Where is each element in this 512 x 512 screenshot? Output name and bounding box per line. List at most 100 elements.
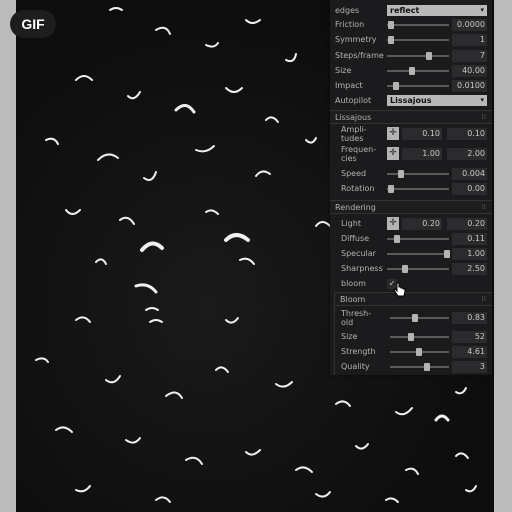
speed-row: Speed 0.004 [330, 167, 492, 181]
bloom-size-label: Size [341, 332, 358, 341]
quality-label: Quality [341, 362, 370, 371]
symmetry-label: Symmetry [335, 35, 377, 44]
impact-row: Impact 0.0100 [330, 79, 492, 93]
diffuse-slider-handle[interactable] [394, 235, 400, 243]
amplitudes-label: Ampli-tudes [341, 125, 367, 143]
sharpness-slider[interactable] [387, 268, 449, 270]
diffuse-value[interactable]: 0.11 [452, 233, 487, 245]
size-label: Size [335, 66, 352, 75]
autopilot-value: Lissajous [390, 96, 432, 105]
steps-label: Steps/frame [335, 51, 384, 60]
collapse-icon: ⁞⁞ [481, 295, 486, 303]
steps-slider[interactable] [387, 55, 449, 57]
speed-slider[interactable] [387, 173, 449, 175]
threshold-slider[interactable] [390, 317, 449, 319]
quality-slider[interactable] [390, 366, 449, 368]
rotation-slider[interactable] [387, 188, 449, 190]
diffuse-label: Diffuse [341, 234, 370, 243]
symmetry-row: Symmetry 1 [330, 33, 492, 47]
frequencies-x-value[interactable]: 1.00 [402, 148, 442, 160]
specular-slider[interactable] [387, 253, 449, 255]
light-y-value[interactable]: 0.20 [447, 218, 487, 230]
edges-value: reflect [390, 6, 420, 15]
quality-row: Quality 3 [330, 360, 492, 374]
collapse-icon: ⁞⁞ [481, 203, 486, 211]
speed-value[interactable]: 0.004 [452, 168, 487, 180]
symmetry-slider[interactable] [387, 39, 449, 41]
lissajous-folder-header[interactable]: Lissajous ⁞⁞ [330, 110, 492, 124]
rotation-row: Rotation 0.00 [330, 182, 492, 196]
impact-value[interactable]: 0.0100 [452, 80, 487, 92]
bloom-size-slider[interactable] [390, 336, 449, 338]
specular-value[interactable]: 1.00 [452, 248, 487, 260]
steps-slider-handle[interactable] [426, 52, 432, 60]
gif-badge: GIF [10, 10, 56, 38]
left-margin [0, 0, 16, 512]
strength-label: Strength [341, 347, 376, 356]
size-row: Size 40.00 [330, 64, 492, 78]
edges-row: edges reflect ▾ [330, 4, 492, 18]
sharpness-slider-handle[interactable] [402, 265, 408, 273]
rotation-value[interactable]: 0.00 [452, 183, 487, 195]
bloom-size-slider-handle[interactable] [408, 333, 414, 341]
sharpness-label: Sharpness [341, 264, 383, 273]
amplitudes-y-value[interactable]: 0.10 [447, 128, 487, 140]
impact-slider-handle[interactable] [393, 82, 399, 90]
autopilot-select[interactable]: Lissajous ▾ [387, 95, 487, 106]
steps-row: Steps/frame 7 [330, 49, 492, 63]
quality-slider-handle[interactable] [424, 363, 430, 371]
bloom-label: bloom [341, 279, 366, 288]
speed-slider-handle[interactable] [398, 170, 404, 178]
friction-value[interactable]: 0.0000 [452, 19, 487, 31]
crosshair-icon[interactable]: ✛ [387, 127, 399, 140]
steps-value[interactable]: 7 [452, 50, 487, 62]
edges-select[interactable]: reflect ▾ [387, 5, 487, 16]
friction-slider-handle[interactable] [388, 21, 394, 29]
right-margin [494, 0, 512, 512]
strength-slider-handle[interactable] [416, 348, 422, 356]
autopilot-row: Autopilot Lissajous ▾ [330, 94, 492, 108]
light-row: Light ✛ 0.20 0.20 [330, 217, 492, 231]
rotation-label: Rotation [341, 184, 375, 193]
bloom-folder-header[interactable]: Bloom ⁞⁞ [335, 292, 492, 306]
amplitudes-x-value[interactable]: 0.10 [402, 128, 442, 140]
size-slider[interactable] [387, 70, 449, 72]
collapse-icon: ⁞⁞ [481, 113, 486, 121]
symmetry-slider-handle[interactable] [388, 36, 394, 44]
threshold-value[interactable]: 0.83 [452, 312, 487, 324]
specular-slider-handle[interactable] [444, 250, 450, 258]
rotation-slider-handle[interactable] [388, 185, 394, 193]
diffuse-row: Diffuse 0.11 [330, 232, 492, 246]
chevron-down-icon: ▾ [480, 96, 484, 104]
edges-label: edges [335, 6, 360, 15]
size-value[interactable]: 40.00 [452, 65, 487, 77]
lissajous-folder-title: Lissajous [335, 113, 372, 122]
crosshair-icon[interactable]: ✛ [387, 147, 399, 160]
rendering-folder-header[interactable]: Rendering ⁞⁞ [330, 200, 492, 214]
strength-value[interactable]: 4.61 [452, 346, 487, 358]
sharpness-row: Sharpness 2.50 [330, 262, 492, 276]
size-slider-handle[interactable] [409, 67, 415, 75]
amplitudes-row: Ampli-tudes ✛ 0.10 0.10 [330, 125, 492, 143]
quality-value[interactable]: 3 [452, 361, 487, 373]
symmetry-value[interactable]: 1 [452, 34, 487, 46]
controls-panel: edges reflect ▾ Friction 0.0000 Symmetry … [330, 0, 492, 375]
rendering-folder-title: Rendering [335, 203, 376, 212]
frequencies-label: Frequen-cies [341, 145, 377, 163]
bloom-size-value[interactable]: 52 [452, 331, 487, 343]
bloom-toggle-row: bloom ✓ [330, 277, 492, 291]
friction-slider[interactable] [387, 24, 449, 26]
speed-label: Speed [341, 169, 367, 178]
specular-row: Specular 1.00 [330, 247, 492, 261]
threshold-slider-handle[interactable] [412, 314, 418, 322]
threshold-label: Thresh-old [341, 309, 372, 327]
sharpness-value[interactable]: 2.50 [452, 263, 487, 275]
strength-row: Strength 4.61 [330, 345, 492, 359]
specular-label: Specular [341, 249, 376, 258]
frequencies-y-value[interactable]: 2.00 [447, 148, 487, 160]
friction-label: Friction [335, 20, 365, 29]
crosshair-icon[interactable]: ✛ [387, 217, 399, 230]
light-x-value[interactable]: 0.20 [402, 218, 442, 230]
threshold-row: Thresh-old 0.83 [330, 309, 492, 327]
hand-pointer-icon [393, 282, 406, 297]
